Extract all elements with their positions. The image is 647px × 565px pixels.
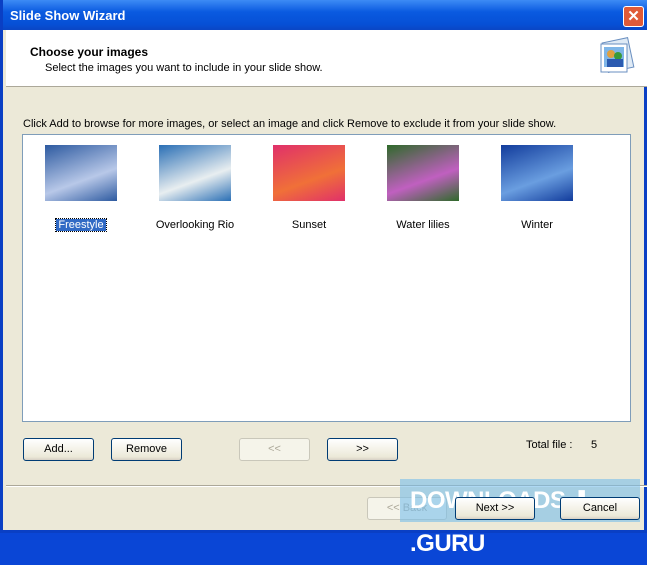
- image-thumbnail: [45, 145, 117, 201]
- image-item[interactable]: Water lilies: [368, 145, 478, 231]
- image-thumbnail: [273, 145, 345, 201]
- image-thumbnail: [159, 145, 231, 201]
- image-item[interactable]: Freestyle: [26, 145, 136, 232]
- header-subtitle: Select the images you want to include in…: [45, 62, 323, 74]
- image-label: Sunset: [291, 219, 327, 231]
- next-page-button[interactable]: >>: [327, 438, 398, 461]
- previous-page-button[interactable]: <<: [239, 438, 310, 461]
- image-label: Winter: [521, 219, 553, 231]
- slide-show-wizard-window: Slide Show Wizard ✕ Choose your images S…: [0, 0, 647, 557]
- image-label: Freestyle: [55, 218, 107, 232]
- image-thumbnail: [501, 145, 573, 201]
- cancel-button[interactable]: Cancel: [560, 497, 640, 520]
- window-title: Slide Show Wizard: [10, 8, 126, 23]
- image-item[interactable]: Sunset: [254, 145, 364, 231]
- image-item[interactable]: Overlooking Rio: [140, 145, 250, 231]
- close-button[interactable]: ✕: [623, 6, 644, 27]
- total-file-label: Total file :: [526, 439, 573, 451]
- next-button[interactable]: Next >>: [455, 497, 535, 520]
- image-thumbnail: [387, 145, 459, 201]
- header-title: Choose your images: [30, 45, 149, 59]
- remove-button[interactable]: Remove: [111, 438, 182, 461]
- image-label: Overlooking Rio: [155, 219, 235, 231]
- instructions-text: Click Add to browse for more images, or …: [23, 118, 557, 130]
- wizard-header: Choose your images Select the images you…: [6, 30, 647, 87]
- title-bar: Slide Show Wizard ✕: [3, 0, 647, 30]
- total-file-count: 5: [591, 439, 598, 451]
- add-button[interactable]: Add...: [23, 438, 94, 461]
- photos-icon: [600, 37, 635, 73]
- image-label: Water lilies: [396, 219, 450, 231]
- image-item[interactable]: Winter: [482, 145, 592, 231]
- image-list[interactable]: Freestyle Overlooking Rio Sunset Water lili…: [22, 134, 631, 422]
